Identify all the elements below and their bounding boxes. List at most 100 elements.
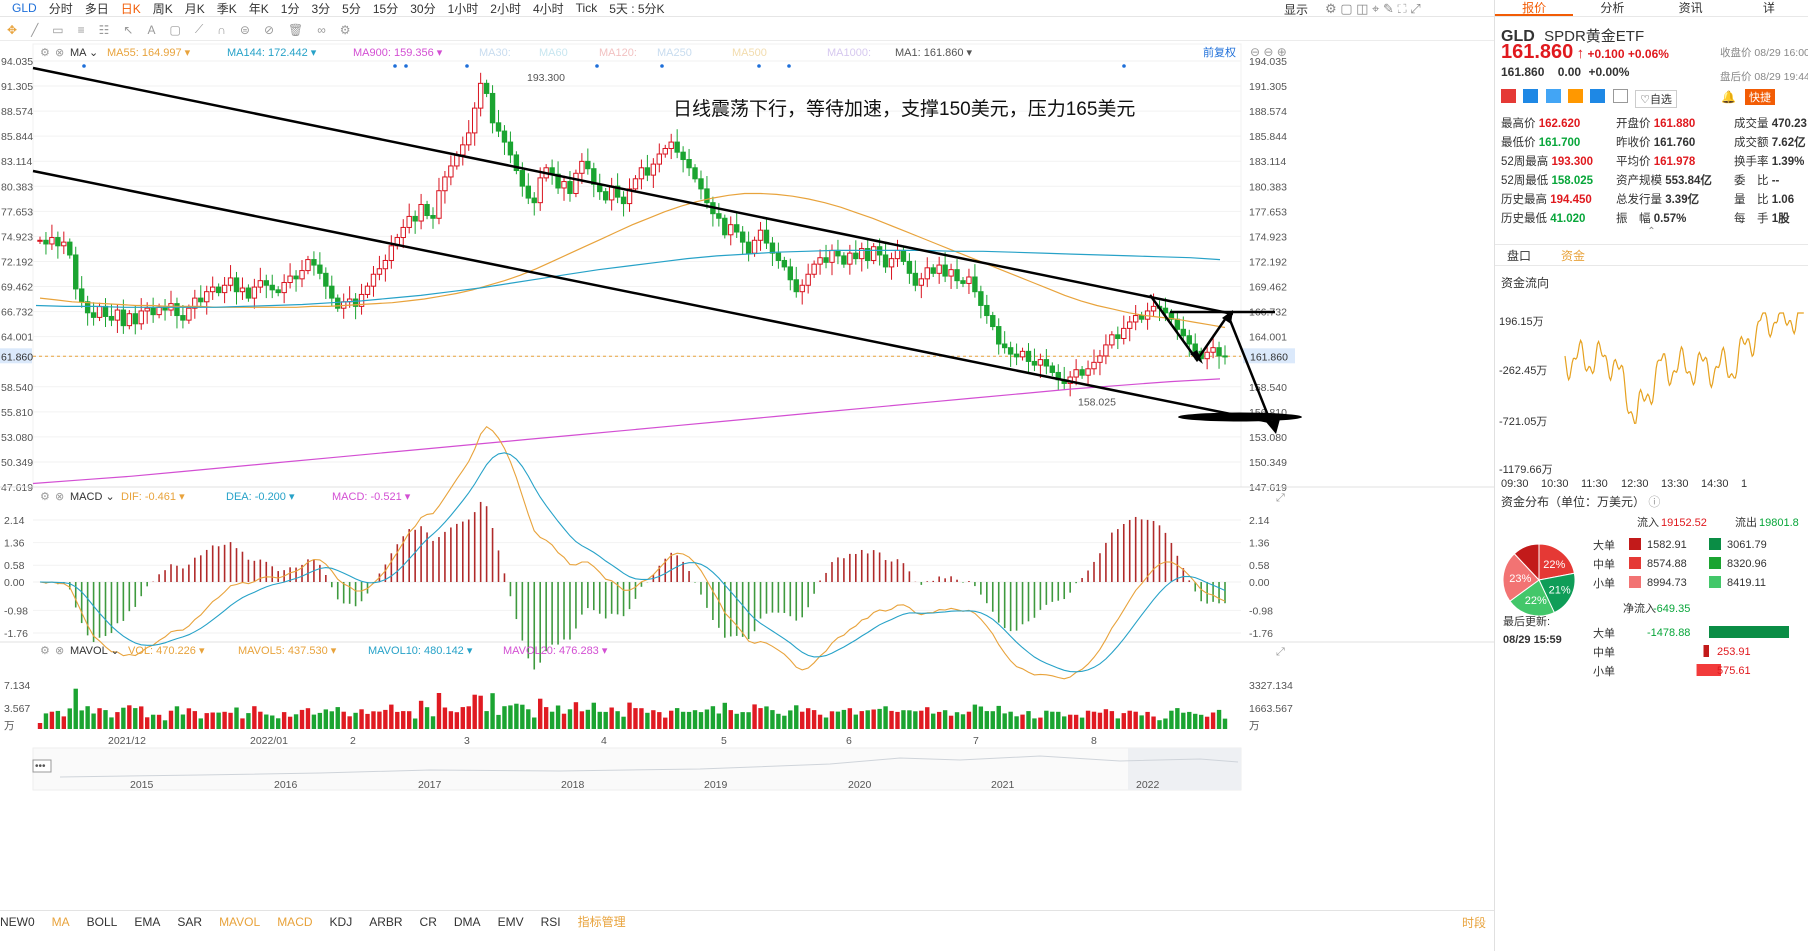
link-tool-icon[interactable]: ∞ (317, 23, 326, 37)
indicator-4[interactable]: SAR (177, 915, 202, 929)
indicator-13[interactable]: 指标管理 (578, 913, 626, 930)
period-10[interactable]: 15分 (373, 0, 398, 16)
indicator-11[interactable]: EMV (498, 915, 524, 929)
macd-tick-right: 2.14 (1249, 515, 1270, 527)
quote-tab-0[interactable]: 报价 (1495, 0, 1574, 16)
period-9[interactable]: 5分 (342, 0, 361, 16)
volume-bar (275, 718, 281, 729)
volume-bar (1103, 709, 1109, 729)
magnet-tool-icon[interactable]: ∩ (217, 23, 226, 37)
period-3[interactable]: 周K (153, 0, 173, 16)
stat-value: 0.57% (1653, 213, 1687, 225)
candle-body (323, 272, 329, 287)
period-6[interactable]: 年K (249, 0, 269, 16)
period-4[interactable]: 月K (185, 0, 205, 16)
settings-icons[interactable]: ⚙ ▢ ◫ ⌖ ✎ ⛶ ⤢ (1325, 1, 1421, 17)
price-tick-left: 88.574 (1, 106, 33, 118)
candle-body (67, 241, 73, 256)
ticker-label[interactable]: GLD (12, 1, 37, 15)
period-8[interactable]: 3分 (311, 0, 330, 16)
volume-bar (156, 714, 162, 729)
lightning-icon[interactable] (1523, 89, 1539, 103)
fib-tool-icon[interactable]: ☷ (99, 23, 110, 37)
chart-area[interactable]: 194.035191.305188.574185.844183.114180.3… (0, 42, 1494, 910)
indicator-6[interactable]: MACD (277, 915, 312, 929)
chat-icon[interactable] (1568, 89, 1584, 103)
indicator-10[interactable]: DMA (454, 915, 481, 929)
share-icon[interactable] (1545, 89, 1561, 103)
flag-icon[interactable] (1501, 89, 1516, 103)
event-dot (660, 64, 664, 68)
price-tick-left: 64.001 (1, 332, 33, 344)
inflow-swatch (1629, 576, 1641, 588)
quote-tab-3[interactable]: 详 (1730, 0, 1808, 16)
period-0[interactable]: 分时 (49, 0, 73, 16)
period-15[interactable]: Tick (576, 1, 598, 15)
candle-body (198, 297, 204, 303)
line-tool-icon[interactable]: ╱ (31, 23, 38, 37)
rect-tool-icon[interactable]: ▭ (52, 23, 63, 37)
candle-body (442, 176, 448, 192)
period-16[interactable]: 5天 : 5分K (609, 0, 664, 16)
session-button[interactable]: 时段 (1462, 914, 1486, 931)
stat-label: 委 比 (1734, 175, 1772, 187)
quote-tab-1[interactable]: 分析 (1573, 0, 1651, 16)
bell-icon[interactable]: 🔔 (1721, 90, 1736, 104)
indicator-7[interactable]: KDJ (330, 915, 353, 929)
price-tick-right: 191.305 (1249, 81, 1287, 93)
tool-settings-icon[interactable]: ⚙ (340, 23, 351, 37)
pie-label: 22% (1543, 559, 1565, 571)
candle-body (138, 310, 144, 325)
candle-body (918, 278, 925, 286)
price-change-pct: +0.06% (1627, 47, 1669, 61)
volume-bar (645, 712, 650, 729)
quote-tab-2[interactable]: 资讯 (1652, 0, 1730, 16)
move-icon[interactable]: ✥ (7, 23, 17, 37)
period-1[interactable]: 多日 (85, 0, 109, 16)
arrow-tool-icon[interactable]: ↖ (123, 23, 133, 37)
help-icon[interactable]: ⓘ (1648, 495, 1660, 509)
indicator-0[interactable]: NEW0 (0, 915, 35, 929)
period-5[interactable]: 季K (217, 0, 237, 16)
volume-bar (532, 717, 537, 729)
period-13[interactable]: 2小时 (490, 0, 521, 16)
indicator-1[interactable]: MA (52, 915, 70, 929)
watchlist-button[interactable]: ♡自选 (1635, 90, 1677, 108)
delete-tool-icon[interactable]: 🗑 (288, 23, 303, 37)
period-12[interactable]: 1小时 (448, 0, 479, 16)
period-11[interactable]: 30分 (410, 0, 435, 16)
display-menu[interactable]: 显示 (1284, 1, 1308, 18)
candle-body (495, 122, 502, 132)
vol-legend-close-icon: ⊗ (55, 645, 64, 657)
quick-trade-button[interactable]: 快捷 (1745, 89, 1775, 105)
indicator-8[interactable]: ARBR (369, 915, 402, 929)
indicator-2[interactable]: BOLL (87, 915, 118, 929)
channel-tool-icon[interactable]: ≡ (78, 23, 85, 37)
candle-body (787, 266, 794, 281)
indicator-3[interactable]: EMA (134, 915, 160, 929)
tab-order-book[interactable]: 盘口 (1507, 247, 1531, 264)
lock-tool-icon[interactable]: ⊜ (240, 23, 250, 37)
tab-capital[interactable]: 资金 (1561, 247, 1585, 264)
indicator-5[interactable]: MAVOL (219, 915, 260, 929)
hide-tool-icon[interactable]: ⊘ (264, 23, 274, 37)
price-tick-left: 85.844 (1, 131, 33, 143)
comment-tool-icon[interactable]: ▢ (170, 23, 181, 37)
volume-bar (823, 717, 829, 729)
volume-bar (561, 713, 567, 729)
indicator-9[interactable]: CR (420, 915, 437, 929)
note-icon[interactable] (1612, 89, 1628, 103)
ruler-tool-icon[interactable]: ⟋ (195, 22, 203, 37)
period-2[interactable]: 日K (121, 0, 141, 16)
tag-icon[interactable] (1590, 89, 1606, 103)
period-14[interactable]: 4小时 (533, 0, 564, 16)
text-tool-icon[interactable]: A (147, 23, 155, 37)
volume-bar (651, 710, 656, 729)
collapse-chevron-icon[interactable]: ⌃ (1495, 226, 1808, 238)
candle-body (233, 277, 240, 293)
candle-body (775, 252, 782, 261)
indicator-12[interactable]: RSI (541, 915, 561, 929)
period-7[interactable]: 1分 (281, 0, 300, 16)
flow-time-label: 13:30 (1661, 478, 1689, 490)
stat-value: 193.300 (1551, 156, 1594, 168)
